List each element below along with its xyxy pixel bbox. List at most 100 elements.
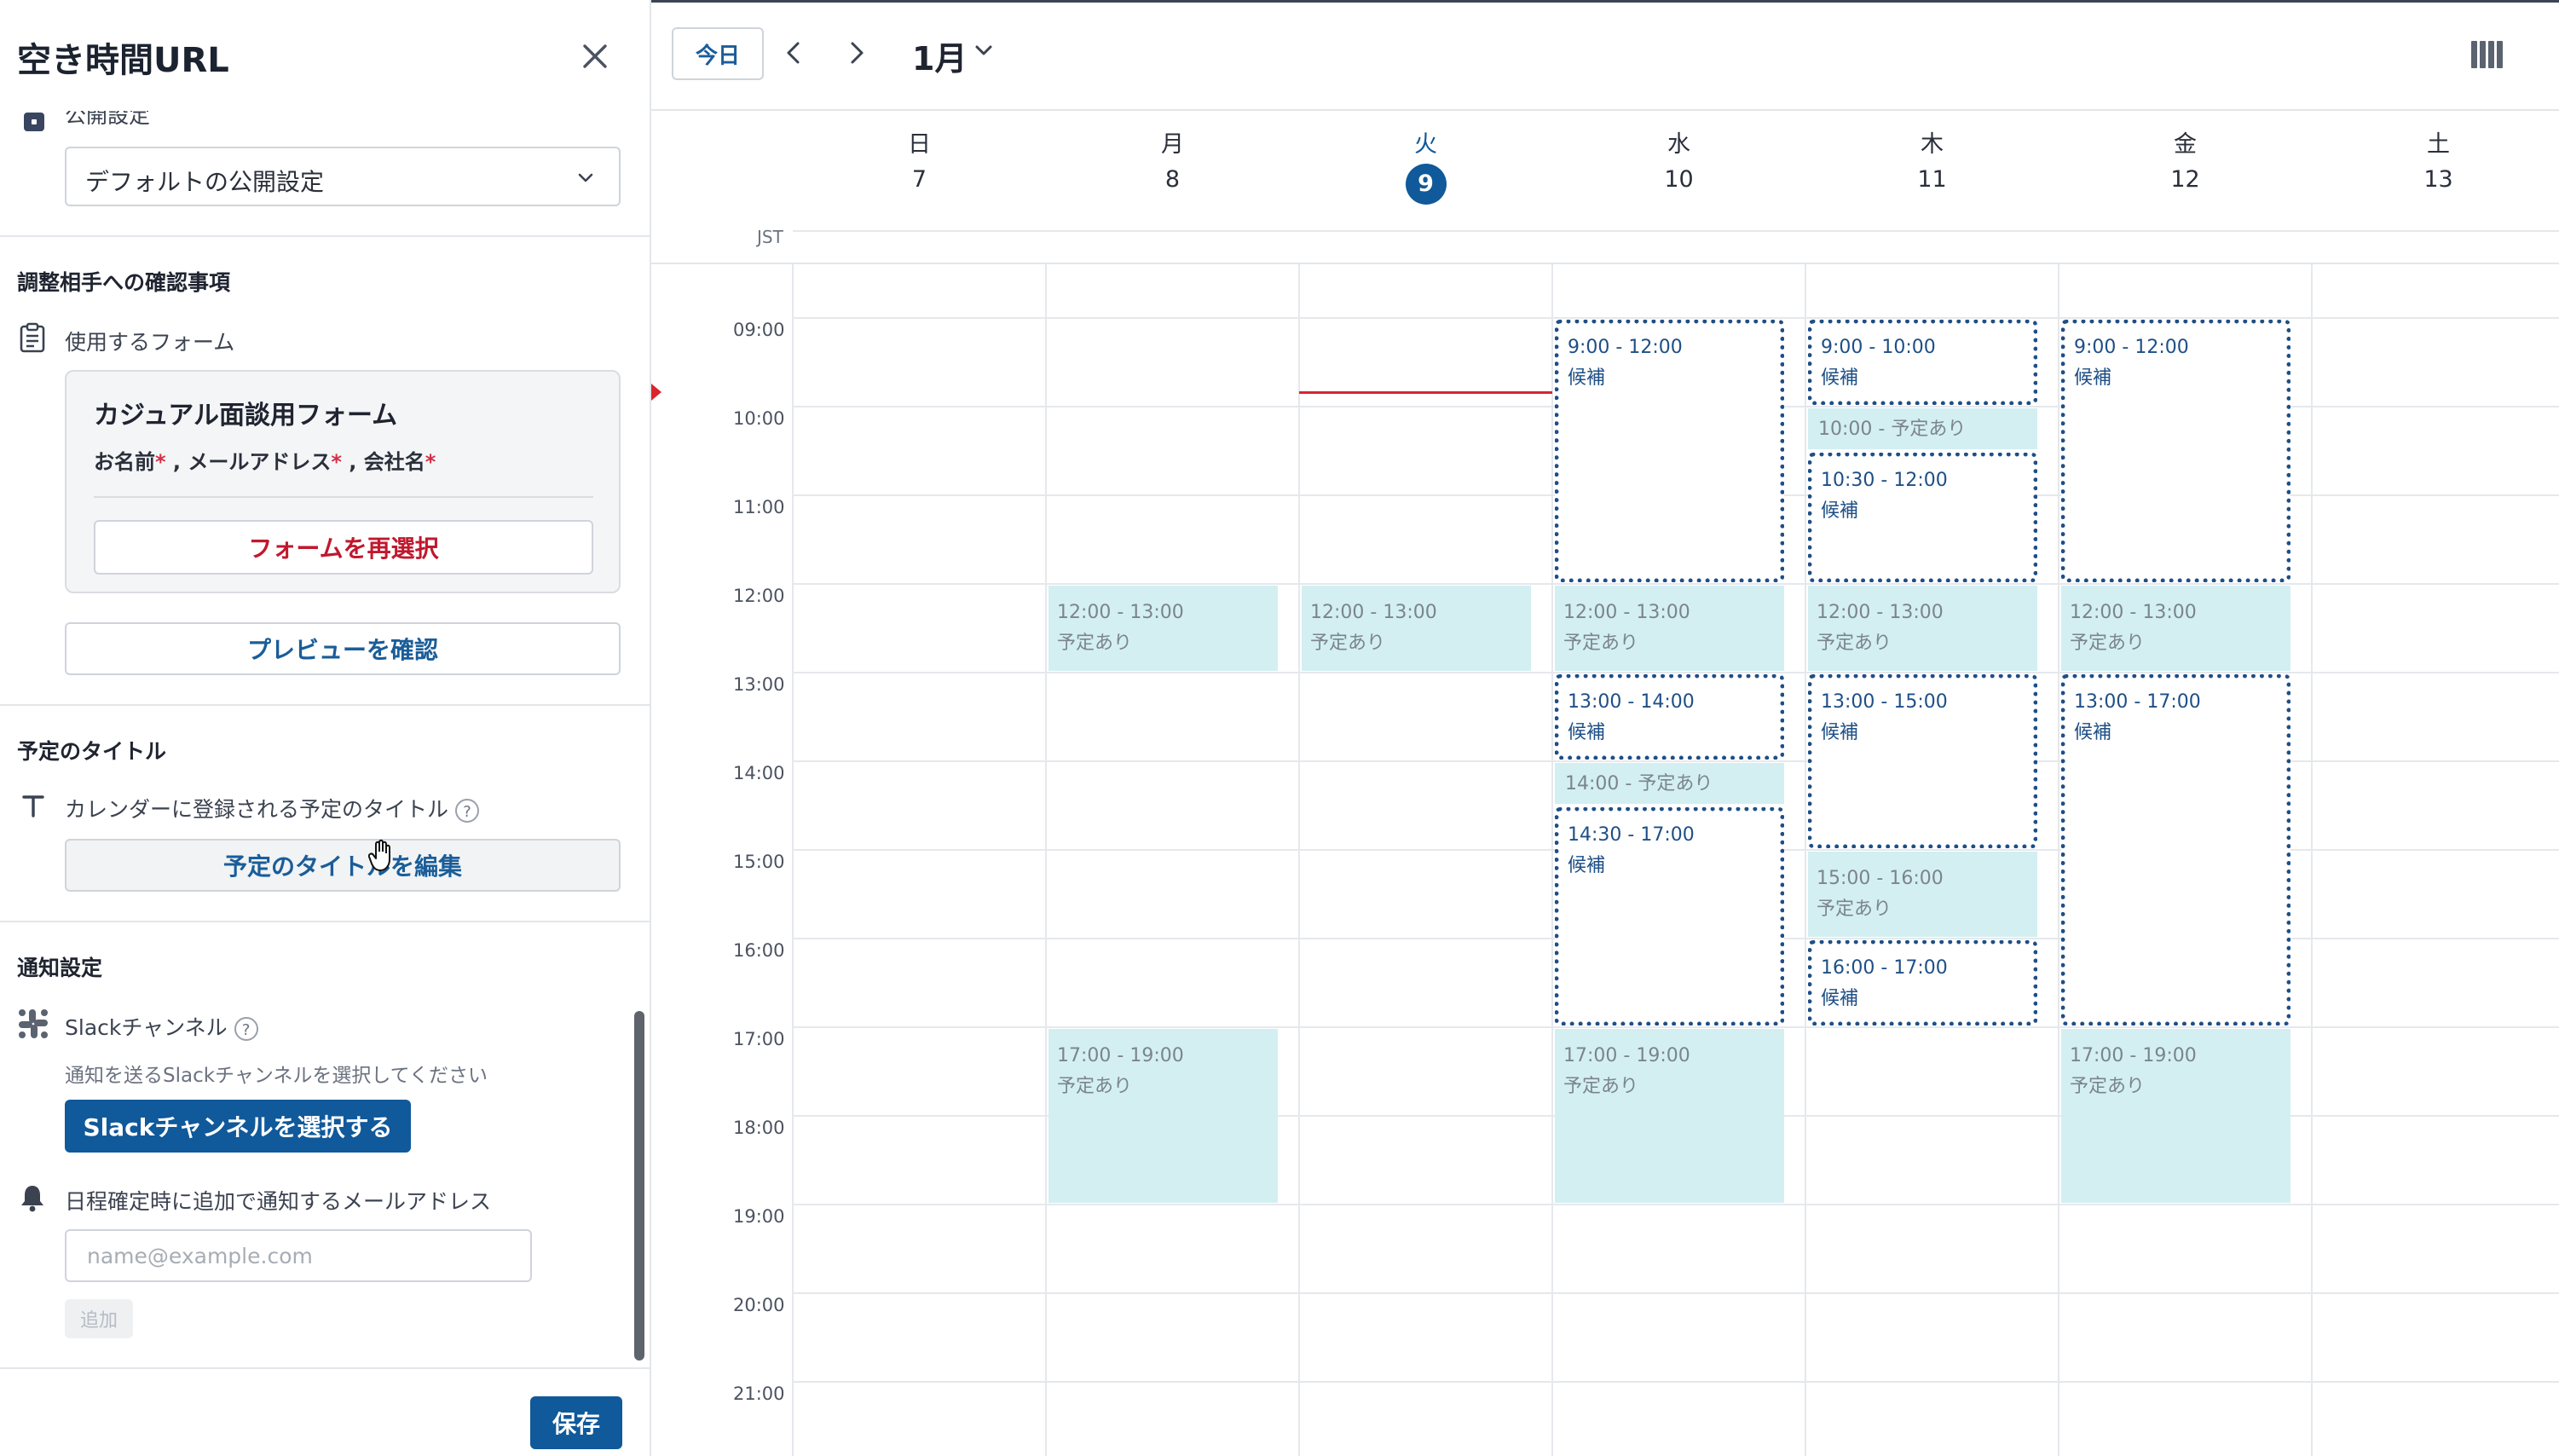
date-label[interactable]: 10 bbox=[1664, 166, 1693, 193]
candidate-slot[interactable]: 9:00 - 12:00 候補 bbox=[1555, 320, 1784, 582]
event-label: 予定あり bbox=[1563, 633, 1639, 654]
reselect-form-button[interactable]: フォームを再選択 bbox=[94, 520, 593, 575]
section-divider bbox=[0, 704, 650, 706]
date-label[interactable]: 7 bbox=[912, 166, 927, 193]
weekday-label: 土 bbox=[2427, 131, 2450, 158]
day-column-divider bbox=[792, 264, 794, 1456]
hour-line bbox=[793, 1292, 2559, 1294]
sidebar-panel: 空き時間URL 公開設定 デフォルトの公開設定 調整相手への確認事項 使用するフ… bbox=[0, 0, 651, 1456]
candidate-slot[interactable]: 10:30 - 12:00 候補 bbox=[1808, 453, 2037, 582]
required-mark: * bbox=[425, 450, 436, 474]
candidate-slot[interactable]: 13:00 - 14:00 候補 bbox=[1555, 674, 1784, 760]
hour-line bbox=[793, 230, 2559, 232]
busy-event[interactable]: 17:00 - 19:00 予定あり bbox=[1048, 1029, 1278, 1203]
busy-event[interactable]: 12:00 - 13:00 予定あり bbox=[2061, 586, 2290, 671]
select-slack-channel-button[interactable]: Slackチャンネルを選択する bbox=[65, 1100, 411, 1153]
preview-button[interactable]: プレビューを確認 bbox=[65, 622, 621, 675]
slack-icon bbox=[17, 1008, 49, 1040]
time-grid[interactable]: 09:00 10:00 11:00 12:00 13:00 14:00 15:00 16:00… bbox=[651, 230, 2559, 1456]
email-input[interactable] bbox=[65, 1229, 532, 1282]
add-email-button[interactable]: 追加 bbox=[65, 1299, 133, 1338]
help-icon[interactable]: ? bbox=[234, 1017, 258, 1041]
edit-event-title-button[interactable]: 予定のタイトルを編集 bbox=[65, 839, 621, 892]
date-label[interactable]: 12 bbox=[2170, 166, 2199, 193]
today-button[interactable]: 今日 bbox=[672, 27, 764, 80]
event-time: 12:00 - 13:00 bbox=[1817, 602, 1944, 623]
hour-line bbox=[793, 583, 2559, 585]
busy-event[interactable]: 17:00 - 19:00 予定あり bbox=[1555, 1029, 1784, 1203]
toolbar-divider bbox=[651, 109, 2559, 111]
candidate-slot[interactable]: 9:00 - 10:00 候補 bbox=[1808, 320, 2037, 405]
clipboard-icon bbox=[19, 322, 46, 353]
hour-line bbox=[793, 760, 2559, 762]
busy-event[interactable]: 15:00 - 16:00 予定あり bbox=[1808, 852, 2037, 937]
event-label: 予定あり bbox=[1310, 633, 1386, 654]
field-separator: , bbox=[341, 450, 364, 474]
busy-event[interactable]: 12:00 - 13:00 予定あり bbox=[1302, 586, 1531, 671]
field-separator: , bbox=[165, 450, 188, 474]
candidate-slot[interactable]: 16:00 - 17:00 候補 bbox=[1808, 940, 2037, 1026]
event-label: 候補 bbox=[1568, 722, 1606, 743]
chevron-down-icon[interactable] bbox=[970, 38, 997, 65]
event-title-label: カレンダーに登録される予定のタイトル? bbox=[65, 793, 480, 823]
day-header-9: 火9 bbox=[1299, 128, 1552, 205]
mouse-cursor-icon bbox=[367, 839, 394, 873]
day-column-divider bbox=[1805, 264, 1806, 1456]
month-label[interactable]: 1月 bbox=[912, 32, 967, 79]
event-time: 13:00 - 17:00 bbox=[2074, 691, 2201, 713]
close-icon[interactable] bbox=[576, 38, 614, 75]
sidebar-scrollbar[interactable] bbox=[634, 1011, 644, 1361]
timezone-label: JST bbox=[757, 227, 783, 247]
busy-event[interactable]: 12:00 - 13:00 予定あり bbox=[1808, 586, 2037, 671]
publish-setting-select[interactable]: デフォルトの公開設定 bbox=[65, 147, 621, 206]
event-label: 予定あり bbox=[1563, 1076, 1639, 1097]
form-card-divider bbox=[94, 496, 593, 498]
date-label[interactable]: 13 bbox=[2423, 166, 2452, 193]
bell-icon bbox=[19, 1183, 46, 1212]
date-label[interactable]: 11 bbox=[1917, 166, 1946, 193]
busy-event[interactable]: 17:00 - 19:00 予定あり bbox=[2061, 1029, 2290, 1203]
candidate-slot[interactable]: 9:00 - 12:00 候補 bbox=[2061, 320, 2290, 582]
date-label[interactable]: 8 bbox=[1165, 166, 1180, 193]
weekday-label: 日 bbox=[908, 131, 931, 158]
event-time: 15:00 - 16:00 bbox=[1817, 868, 1944, 889]
candidate-slot[interactable]: 13:00 - 15:00 候補 bbox=[1808, 674, 2037, 848]
chevron-right-icon[interactable] bbox=[839, 36, 873, 70]
columns-view-icon[interactable] bbox=[2469, 38, 2508, 72]
event-label: 候補 bbox=[1568, 367, 1606, 389]
event-label: 予定あり bbox=[1817, 633, 1892, 654]
form-name: カジュアル面談用フォーム bbox=[94, 401, 398, 430]
required-mark: * bbox=[331, 450, 342, 474]
day-header-7: 日7 bbox=[793, 128, 1046, 198]
form-field-email: メールアドレス bbox=[188, 450, 332, 474]
help-icon[interactable]: ? bbox=[455, 799, 480, 823]
hour-label: 16:00 bbox=[733, 940, 785, 961]
busy-event[interactable]: 12:00 - 13:00 予定あり bbox=[1048, 586, 1278, 671]
top-border bbox=[651, 0, 2559, 3]
save-button[interactable]: 保存 bbox=[530, 1396, 622, 1449]
weekday-label: 水 bbox=[1667, 131, 1690, 158]
event-time: 17:00 - 19:00 bbox=[1057, 1045, 1184, 1066]
chevron-left-icon[interactable] bbox=[777, 36, 812, 70]
hour-label: 20:00 bbox=[733, 1295, 785, 1315]
date-label[interactable]: 9 bbox=[1405, 164, 1447, 205]
calendar-view: 今日 1月 日 7 月 8 火 9 水 10 木 11 金 12 土 13 JST 09:00 10:00 1… bbox=[651, 0, 2559, 1456]
form-field-company: 会社名 bbox=[363, 450, 425, 474]
hour-line bbox=[793, 1204, 2559, 1205]
busy-event[interactable]: 12:00 - 13:00 予定あり bbox=[1555, 586, 1784, 671]
form-label: 使用するフォーム bbox=[65, 330, 235, 355]
slack-label: Slackチャンネル? bbox=[65, 1011, 258, 1042]
weekday-label: 金 bbox=[2174, 131, 2197, 158]
candidate-slot[interactable]: 13:00 - 17:00 候補 bbox=[2061, 674, 2290, 1026]
busy-event[interactable]: 14:00 - 予定あり bbox=[1555, 763, 1784, 804]
email-notify-label: 日程確定時に追加で通知するメールアドレス bbox=[65, 1189, 492, 1214]
chevron-down-icon bbox=[578, 173, 593, 182]
hour-label: 19:00 bbox=[733, 1206, 785, 1227]
event-time: 16:00 - 17:00 bbox=[1821, 957, 1948, 979]
candidate-slot[interactable]: 14:30 - 17:00 候補 bbox=[1555, 807, 1784, 1026]
event-time: 13:00 - 14:00 bbox=[1568, 691, 1695, 713]
busy-event[interactable]: 10:00 - 予定あり bbox=[1808, 408, 2037, 449]
event-time: 14:00 - 予定あり bbox=[1565, 773, 1713, 794]
event-label: 候補 bbox=[1568, 855, 1606, 876]
event-time: 17:00 - 19:00 bbox=[1563, 1045, 1690, 1066]
